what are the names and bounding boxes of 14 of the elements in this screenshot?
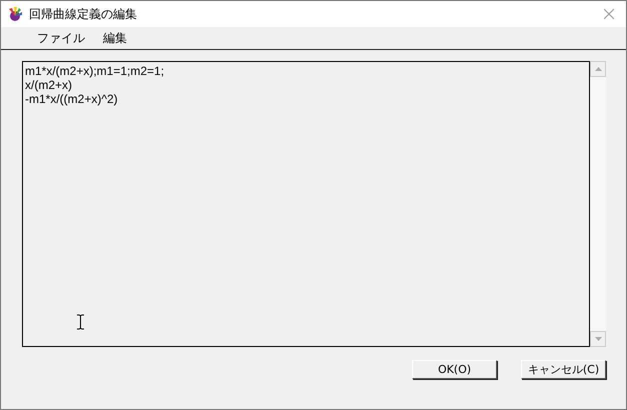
- ok-button[interactable]: OK(O): [412, 360, 497, 379]
- window-title: 回帰曲線定義の編集: [29, 6, 138, 22]
- menu-item[interactable]: ファイル: [31, 28, 91, 48]
- text-cursor-icon: [76, 314, 85, 330]
- cancel-button[interactable]: キャンセル(C): [521, 360, 606, 379]
- app-logo-icon: [7, 6, 23, 22]
- scroll-up-button[interactable]: [590, 61, 606, 77]
- scroll-down-button[interactable]: [590, 331, 606, 347]
- formula-text-area[interactable]: m1*x/(m2+x);m1=1;m2=1; x/(m2+x) -m1*x/((m2+x)^2): [22, 61, 590, 347]
- up-arrow-icon: [594, 67, 602, 71]
- vertical-scrollbar[interactable]: [590, 61, 606, 347]
- menu-item[interactable]: 編集: [97, 28, 133, 48]
- close-icon[interactable]: [604, 9, 614, 19]
- down-arrow-icon: [594, 337, 602, 341]
